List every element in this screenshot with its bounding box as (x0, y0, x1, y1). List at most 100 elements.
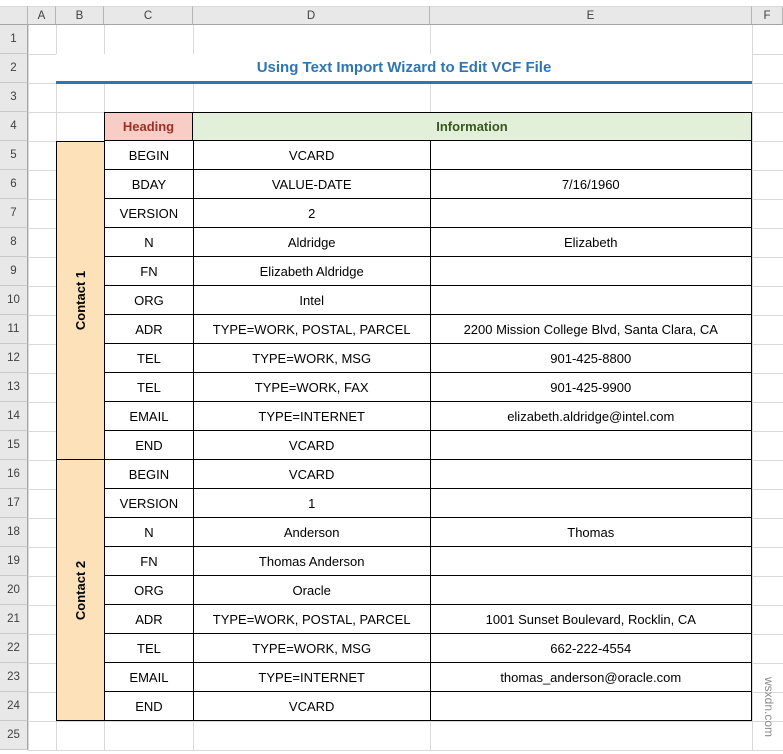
cell-heading[interactable]: ADR (105, 605, 194, 634)
cell-info1[interactable]: 1 (193, 489, 431, 518)
cell-info2[interactable]: Thomas (430, 518, 752, 547)
cell-heading[interactable]: VERSION (105, 489, 194, 518)
cell-info2[interactable] (430, 257, 752, 286)
column-header-B[interactable]: B (56, 6, 104, 25)
row-header-22[interactable]: 22 (0, 634, 28, 663)
cell-info1[interactable]: Thomas Anderson (193, 547, 431, 576)
cell-info2[interactable]: 2200 Mission College Blvd, Santa Clara, … (430, 315, 752, 344)
cell-heading[interactable]: EMAIL (105, 402, 194, 431)
row-headers: 1 2 3 4 5 6 7 8 9 10 11 12 13 14 15 16 17 18 19 20 21 22 23 24 2… (0, 25, 28, 750)
cell-info2[interactable] (430, 547, 752, 576)
column-header-E[interactable]: E (430, 6, 752, 25)
table-header-heading-cell[interactable]: Heading (104, 112, 193, 141)
cell-info2[interactable]: 901-425-8800 (430, 344, 752, 373)
cell-info1[interactable]: Oracle (193, 576, 431, 605)
cell-info1[interactable]: TYPE=INTERNET (193, 663, 431, 692)
cell-heading[interactable]: N (105, 228, 194, 257)
cell-info1[interactable]: VCARD (193, 460, 431, 489)
row-header-8[interactable]: 8 (0, 228, 28, 257)
row-header-10[interactable]: 10 (0, 286, 28, 315)
cell-info2[interactable]: 662-222-4554 (430, 634, 752, 663)
cell-heading[interactable]: TEL (105, 634, 194, 663)
cell-info2[interactable] (430, 576, 752, 605)
cell-info2[interactable]: Elizabeth (430, 228, 752, 257)
cell-info2[interactable] (430, 199, 752, 228)
row-header-19[interactable]: 19 (0, 547, 28, 576)
column-header-C[interactable]: C (104, 6, 193, 25)
row-header-14[interactable]: 14 (0, 402, 28, 431)
cell-info2[interactable] (430, 489, 752, 518)
cell-info2[interactable]: thomas_anderson@oracle.com (430, 663, 752, 692)
row-header-21[interactable]: 21 (0, 605, 28, 634)
cell-info2[interactable] (430, 141, 752, 170)
row-header-3[interactable]: 3 (0, 83, 28, 112)
cell-info1[interactable]: VCARD (193, 141, 431, 170)
cell-info2[interactable]: 1001 Sunset Boulevard, Rocklin, CA (430, 605, 752, 634)
cell-heading[interactable]: TEL (105, 373, 194, 402)
cell-info1[interactable]: VCARD (193, 431, 431, 460)
cell-heading[interactable]: BDAY (105, 170, 194, 199)
row-header-6[interactable]: 6 (0, 170, 28, 199)
cell-info1[interactable]: TYPE=INTERNET (193, 402, 431, 431)
row-header-16[interactable]: 16 (0, 460, 28, 489)
column-header-D[interactable]: D (193, 6, 430, 25)
cell-heading[interactable]: N (105, 518, 194, 547)
cell-info2[interactable] (430, 431, 752, 460)
cell-heading[interactable]: BEGIN (105, 460, 194, 489)
column-header-F[interactable]: F (752, 6, 783, 25)
cell-info2[interactable]: elizabeth.aldridge@intel.com (430, 402, 752, 431)
cell-info1[interactable]: TYPE=WORK, FAX (193, 373, 431, 402)
contact-1-merged-cell[interactable]: Contact 1 (56, 141, 104, 460)
cell-info1[interactable]: Aldridge (193, 228, 431, 257)
row-header-13[interactable]: 13 (0, 373, 28, 402)
cell-info1[interactable]: Elizabeth Aldridge (193, 257, 431, 286)
cell-info1[interactable]: 2 (193, 199, 431, 228)
cell-info1[interactable]: Anderson (193, 518, 431, 547)
cell-info1[interactable]: Intel (193, 286, 431, 315)
cell-heading[interactable]: ORG (105, 286, 194, 315)
cell-info2[interactable]: 901-425-9900 (430, 373, 752, 402)
row-header-11[interactable]: 11 (0, 315, 28, 344)
cell-info1[interactable]: TYPE=WORK, POSTAL, PARCEL (193, 605, 431, 634)
row-header-9[interactable]: 9 (0, 257, 28, 286)
cell-info2[interactable] (430, 286, 752, 315)
row-header-18[interactable]: 18 (0, 518, 28, 547)
cell-info1[interactable]: TYPE=WORK, POSTAL, PARCEL (193, 315, 431, 344)
cell-info1[interactable]: TYPE=WORK, MSG (193, 634, 431, 663)
sheet-title-cell[interactable]: Using Text Import Wizard to Edit VCF Fil… (56, 54, 752, 84)
row-header-25[interactable]: 25 (0, 721, 28, 750)
select-all-corner[interactable] (0, 6, 28, 25)
cell-heading[interactable]: FN (105, 257, 194, 286)
cell-info1[interactable]: VCARD (193, 692, 431, 721)
cell-heading[interactable]: END (105, 431, 194, 460)
contact-2-merged-cell[interactable]: Contact 2 (56, 460, 104, 721)
row-header-15[interactable]: 15 (0, 431, 28, 460)
cell-heading[interactable]: EMAIL (105, 663, 194, 692)
column-header-A[interactable]: A (28, 6, 56, 25)
row-header-5[interactable]: 5 (0, 141, 28, 170)
row-header-2[interactable]: 2 (0, 54, 28, 83)
cell-info2[interactable] (430, 692, 752, 721)
cell-info2[interactable]: 7/16/1960 (430, 170, 752, 199)
table-row: ADR TYPE=WORK, POSTAL, PARCEL 1001 Sunset … (105, 605, 752, 634)
cell-heading[interactable]: BEGIN (105, 141, 194, 170)
row-header-12[interactable]: 12 (0, 344, 28, 373)
cell-heading[interactable]: FN (105, 547, 194, 576)
cell-heading[interactable]: TEL (105, 344, 194, 373)
cell-heading[interactable]: END (105, 692, 194, 721)
cell-info1[interactable]: VALUE-DATE (193, 170, 431, 199)
row-header-4[interactable]: 4 (0, 112, 28, 141)
table-body: BEGIN VCARD BDAY VALUE-DATE 7/16/1960 VERSION… (104, 141, 752, 721)
cell-heading[interactable]: ADR (105, 315, 194, 344)
row-header-7[interactable]: 7 (0, 199, 28, 228)
cell-heading[interactable]: ORG (105, 576, 194, 605)
cell-heading[interactable]: VERSION (105, 199, 194, 228)
cell-info1[interactable]: TYPE=WORK, MSG (193, 344, 431, 373)
cell-info2[interactable] (430, 460, 752, 489)
row-header-24[interactable]: 24 (0, 692, 28, 721)
row-header-23[interactable]: 23 (0, 663, 28, 692)
row-header-17[interactable]: 17 (0, 489, 28, 518)
row-header-20[interactable]: 20 (0, 576, 28, 605)
table-header-information-cell[interactable]: Information (193, 112, 752, 141)
row-header-1[interactable]: 1 (0, 25, 28, 54)
